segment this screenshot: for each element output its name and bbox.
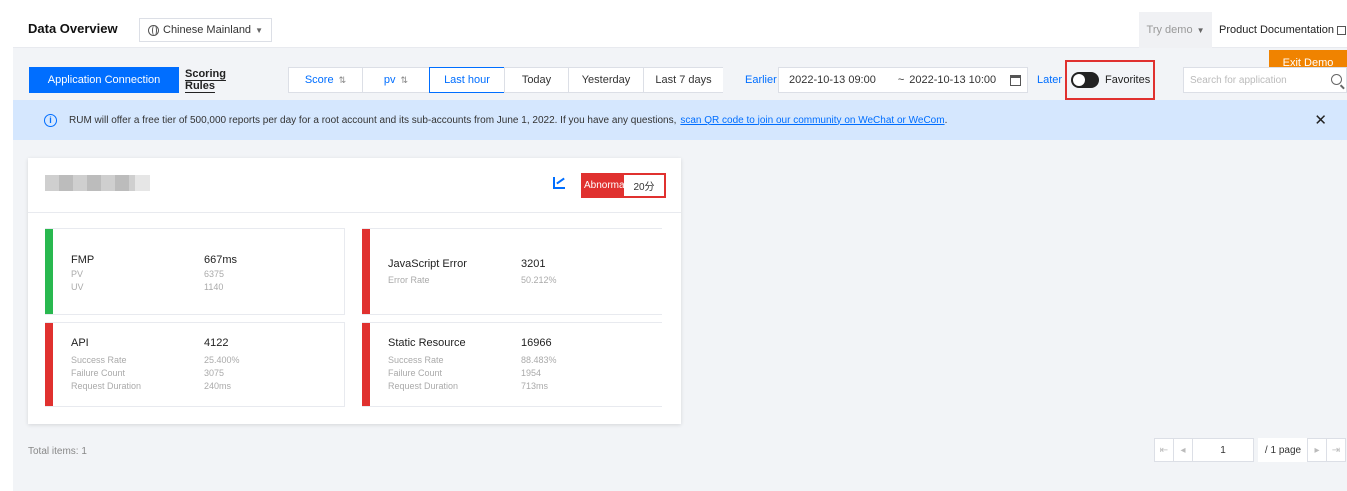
metric-name: API bbox=[71, 337, 89, 349]
notice-text: RUM will offer a free tier of 500,000 re… bbox=[69, 114, 677, 126]
toolbar: Application Connection Scoring Rules Sco… bbox=[13, 60, 1347, 100]
pagination: ⇤ ◂ 1 / 1 page ▸ ⇥ bbox=[1154, 438, 1346, 462]
metric-sub-label: Request Duration bbox=[71, 381, 142, 391]
range-last-7-days[interactable]: Last 7 days bbox=[643, 67, 723, 93]
metric-sub-value: 240ms bbox=[204, 381, 232, 391]
range-today[interactable]: Today bbox=[504, 67, 569, 93]
metric-sub-label: UV bbox=[71, 282, 84, 292]
close-icon[interactable]: ✕ bbox=[1314, 111, 1327, 129]
region-label: Chinese Mainland bbox=[163, 24, 252, 36]
blurred-app-name bbox=[45, 175, 135, 191]
globe-icon bbox=[148, 24, 159, 36]
metric-name: JavaScript Error bbox=[388, 258, 467, 270]
metric-name: Static Resource bbox=[388, 337, 466, 349]
metric-fmp[interactable]: FMP 667ms PV 6375 UV 1140 bbox=[45, 228, 345, 315]
metric-sub-value: 3075 bbox=[204, 368, 225, 378]
metric-sub-value: 6375 bbox=[204, 269, 225, 279]
sort-score-label: Score bbox=[304, 74, 334, 86]
top-bar: Data Overview Chinese Mainland ▼ Try dem… bbox=[13, 12, 1347, 48]
date-range-picker[interactable]: 2022-10-13 09:00 ~ 2022-10-13 10:00 bbox=[778, 67, 1028, 93]
first-page-icon[interactable]: ⇤ bbox=[1154, 438, 1174, 462]
card-header: Abnormal 20分 bbox=[28, 158, 681, 213]
search-icon[interactable] bbox=[1331, 74, 1342, 85]
metric-sub-value: 50.212% bbox=[521, 275, 557, 285]
chevron-down-icon: ▼ bbox=[255, 25, 263, 35]
metric-sub-value: 25.400% bbox=[204, 355, 240, 365]
metric-javascript-error[interactable]: JavaScript Error 3201 Error Rate 50.212% bbox=[362, 228, 662, 315]
metric-sub-label: Success Rate bbox=[388, 355, 444, 365]
metric-value: 667ms bbox=[204, 254, 238, 266]
badge-score: 20分 bbox=[624, 175, 664, 196]
date-start: 2022-10-13 09:00 bbox=[789, 74, 876, 86]
metric-value: 3201 bbox=[521, 258, 546, 270]
status-bar bbox=[362, 323, 370, 406]
search-placeholder: Search for application bbox=[1190, 74, 1287, 86]
metric-sub-label: Request Duration bbox=[388, 381, 459, 391]
next-page-icon[interactable]: ▸ bbox=[1307, 438, 1327, 462]
notice-banner: i RUM will offer a free tier of 500,000 … bbox=[13, 100, 1347, 140]
badge-status-label: Abnormal bbox=[583, 175, 624, 196]
last-page-icon[interactable]: ⇥ bbox=[1326, 438, 1346, 462]
total-items: Total items: 1 bbox=[28, 446, 87, 457]
metric-sub-value: 88.483% bbox=[521, 355, 557, 365]
date-separator: ~ bbox=[897, 74, 905, 86]
region-selector[interactable]: Chinese Mainland ▼ bbox=[139, 18, 272, 42]
metric-name: FMP bbox=[71, 254, 95, 266]
product-docs-label: Product Documentation bbox=[1219, 24, 1334, 36]
date-end: 2022-10-13 10:00 bbox=[909, 74, 997, 86]
later-link[interactable]: Later bbox=[1037, 67, 1062, 93]
info-icon: i bbox=[44, 113, 57, 127]
range-last-hour[interactable]: Last hour bbox=[429, 67, 505, 93]
metric-sub-value: 1954 bbox=[521, 368, 542, 378]
metric-value: 16966 bbox=[521, 337, 552, 349]
prev-page-icon[interactable]: ◂ bbox=[1173, 438, 1193, 462]
app-frame: Data Overview Chinese Mainland ▼ Try dem… bbox=[13, 12, 1347, 491]
sort-icon: ⇅ bbox=[400, 74, 409, 85]
try-demo-label: Try demo bbox=[1146, 24, 1193, 36]
calendar-icon bbox=[1010, 75, 1021, 86]
earlier-link[interactable]: Earlier bbox=[745, 67, 777, 93]
tab-scoring-rules[interactable]: Scoring Rules bbox=[185, 67, 255, 93]
trend-chart-icon[interactable] bbox=[553, 177, 565, 189]
metric-sub-label: Failure Count bbox=[71, 368, 126, 378]
page-title: Data Overview bbox=[28, 21, 118, 36]
product-docs-link[interactable]: Product Documentation bbox=[1219, 12, 1346, 48]
metric-sub-label: Success Rate bbox=[71, 355, 127, 365]
notice-end: . bbox=[944, 114, 948, 126]
metric-static-resource[interactable]: Static Resource 16966 Success Rate 88.48… bbox=[362, 322, 662, 407]
try-demo-dropdown[interactable]: Try demo ▼ bbox=[1139, 12, 1212, 48]
sort-score-button[interactable]: Score ⇅ bbox=[288, 67, 363, 93]
chevron-down-icon: ▼ bbox=[1196, 25, 1205, 35]
tab-application-connection[interactable]: Application Connection bbox=[29, 67, 179, 93]
metric-sub-value: 1140 bbox=[204, 282, 224, 292]
favorites-label: Favorites bbox=[1105, 74, 1151, 86]
status-bar bbox=[45, 323, 53, 406]
metric-value: 4122 bbox=[204, 337, 229, 349]
external-link-icon bbox=[1336, 25, 1346, 35]
page-input[interactable]: 1 bbox=[1192, 438, 1254, 462]
sort-icon: ⇅ bbox=[338, 74, 347, 85]
favorites-toggle-group: Favorites bbox=[1065, 60, 1155, 100]
favorites-switch[interactable] bbox=[1071, 72, 1099, 88]
metric-api[interactable]: API 4122 Success Rate 25.400% Failure Co… bbox=[45, 322, 345, 407]
status-bar bbox=[45, 229, 53, 314]
search-input[interactable]: Search for application bbox=[1183, 67, 1347, 93]
blurred-app-name-tail bbox=[135, 175, 150, 191]
community-link[interactable]: scan QR code to join our community on We… bbox=[680, 115, 944, 126]
status-badge: Abnormal 20分 bbox=[581, 173, 666, 198]
range-yesterday[interactable]: Yesterday bbox=[568, 67, 644, 93]
status-bar bbox=[362, 229, 370, 314]
metric-sub-label: PV bbox=[71, 269, 84, 279]
metric-sub-label: Failure Count bbox=[388, 368, 443, 378]
sort-pv-button[interactable]: pv ⇅ bbox=[362, 67, 430, 93]
application-card[interactable]: Abnormal 20分 FMP 667ms PV 6375 UV 1140 J… bbox=[28, 158, 681, 424]
sort-pv-label: pv bbox=[383, 74, 396, 86]
page-total: / 1 page bbox=[1258, 438, 1308, 462]
metric-sub-label: Error Rate bbox=[388, 275, 430, 285]
metric-sub-value: 713ms bbox=[521, 381, 549, 391]
